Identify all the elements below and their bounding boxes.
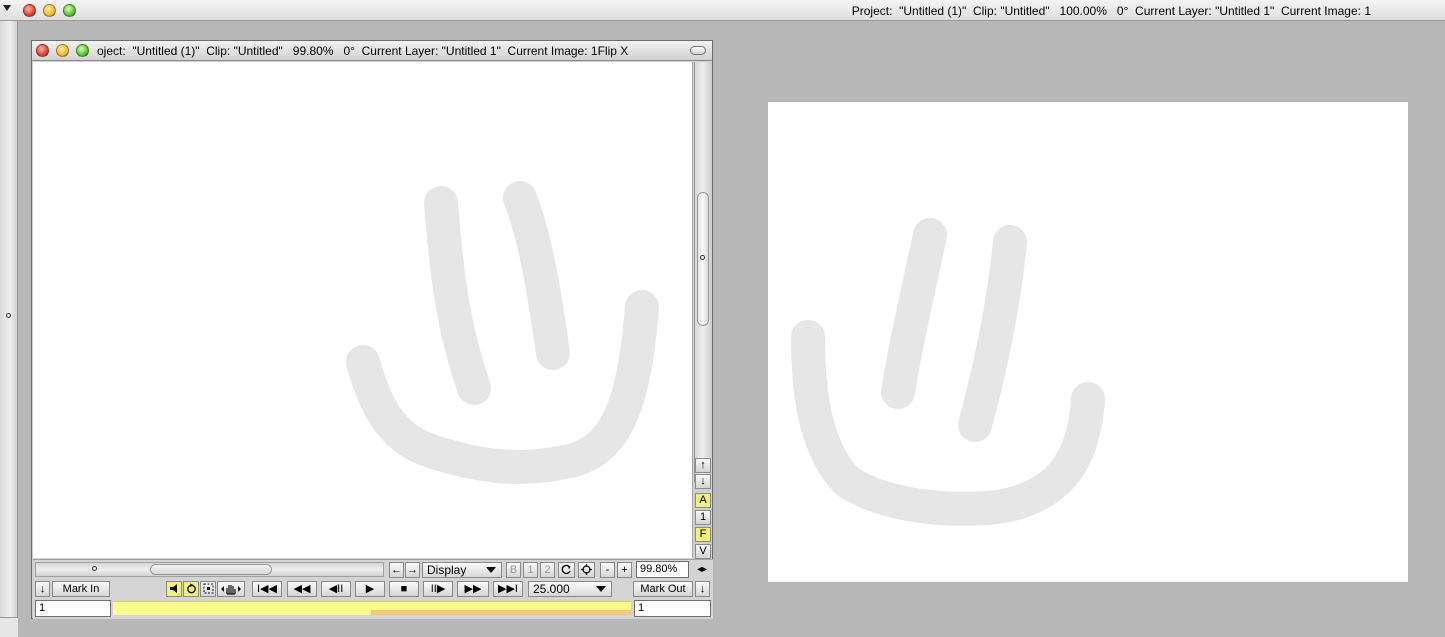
center-button[interactable] xyxy=(578,562,595,578)
zoom-in-button[interactable]: + xyxy=(617,562,632,578)
toolbar-toggle-icon[interactable] xyxy=(690,46,706,55)
toggle-f-button[interactable]: F xyxy=(695,527,711,542)
b-button[interactable]: B xyxy=(506,562,521,578)
flip-window: oject: "Untitled (1)" Clip: "Untitled" 9… xyxy=(31,40,713,619)
hand-tool-button[interactable] xyxy=(217,581,245,597)
transport-toolbar: ↓ Mark In I◀◀ ◀◀ ◀II ▶ ■ II▶ ▶▶ ▶▶I 25.0… xyxy=(33,579,713,599)
select-tool-button[interactable] xyxy=(200,581,216,597)
minimize-icon[interactable] xyxy=(43,4,56,17)
step-back-button[interactable]: ◀II xyxy=(321,581,351,597)
horizontal-scroll-thumb[interactable] xyxy=(150,564,272,575)
preview-drawing xyxy=(791,218,1105,526)
mark-in-button[interactable]: Mark In xyxy=(52,581,110,597)
select-icon xyxy=(203,583,213,594)
fast-forward-button[interactable]: ▶▶ xyxy=(457,581,489,597)
mark-out-down-button[interactable]: ↓ xyxy=(695,581,710,597)
timeline-range xyxy=(371,610,631,615)
project-status-text: Project: "Untitled (1)" Clip: "Untitled"… xyxy=(851,4,1371,18)
chevron-down-icon xyxy=(486,567,496,573)
rotate-icon xyxy=(561,564,571,575)
mark-out-frame-input[interactable]: 1 xyxy=(634,600,711,617)
step-forward-button[interactable]: II▶ xyxy=(423,581,453,597)
first-frame-button[interactable]: I◀◀ xyxy=(252,581,282,597)
splitter-grip-icon[interactable] xyxy=(6,313,11,318)
toggle-a-button[interactable]: A xyxy=(695,493,711,508)
hand-drawing xyxy=(346,181,659,484)
zoom-out-button[interactable]: - xyxy=(600,562,615,578)
left-panel-splitter[interactable] xyxy=(0,21,18,637)
last-frame-button[interactable]: ▶▶I xyxy=(493,581,523,597)
close-icon[interactable] xyxy=(36,44,49,57)
stop-button[interactable]: ■ xyxy=(389,581,419,597)
mark-out-button[interactable]: Mark Out xyxy=(633,581,693,597)
toggle-1-button[interactable]: 1 xyxy=(695,510,711,525)
window-title: oject: "Untitled (1)" Clip: "Untitled" 9… xyxy=(97,44,629,58)
loop-toggle-button[interactable] xyxy=(183,581,199,597)
one-button[interactable]: 1 xyxy=(523,562,538,578)
sound-toggle-button[interactable] xyxy=(166,581,182,597)
scroll-center-icon[interactable] xyxy=(92,566,97,571)
zoom-icon[interactable] xyxy=(76,44,89,57)
rewind-button[interactable]: ◀◀ xyxy=(287,581,317,597)
horizontal-scrollbar[interactable] xyxy=(35,562,384,577)
center-icon xyxy=(581,564,592,575)
fps-select[interactable]: 25.000 xyxy=(528,581,612,597)
layer-down-button[interactable]: ↓ xyxy=(695,474,711,489)
hand-icon xyxy=(221,585,241,595)
preview-canvas[interactable] xyxy=(768,102,1408,582)
nav-left-button[interactable]: ← xyxy=(389,562,404,578)
rotate-button[interactable] xyxy=(558,562,575,578)
left-panel-footer xyxy=(0,617,18,637)
toggle-v-button[interactable]: V xyxy=(695,544,711,559)
window-titlebar[interactable]: oject: "Untitled (1)" Clip: "Untitled" 9… xyxy=(32,41,712,61)
two-button[interactable]: 2 xyxy=(540,562,555,578)
close-icon[interactable] xyxy=(23,4,36,17)
nav-right-button[interactable]: → xyxy=(405,562,420,578)
display-select[interactable]: Display xyxy=(422,562,502,578)
drawing-canvas[interactable] xyxy=(33,62,693,558)
vertical-scrollbar[interactable] xyxy=(694,62,711,482)
chevron-down-icon xyxy=(596,586,606,592)
menu-dropdown-icon[interactable] xyxy=(3,5,11,11)
mark-in-frame-input[interactable]: 1 xyxy=(35,600,111,617)
display-select-value: Display xyxy=(427,563,467,577)
loop-icon xyxy=(186,583,196,594)
layer-up-button[interactable]: ↑ xyxy=(695,458,711,473)
minimize-icon[interactable] xyxy=(56,44,69,57)
zoom-stepper-icon[interactable]: ◂▸ xyxy=(693,562,711,578)
timeline-bar[interactable] xyxy=(113,601,631,615)
play-button[interactable]: ▶ xyxy=(355,581,385,597)
zoom-icon[interactable] xyxy=(63,4,76,17)
fps-value: 25.000 xyxy=(533,582,570,596)
mark-in-down-button[interactable]: ↓ xyxy=(35,581,50,597)
scroll-center-icon[interactable] xyxy=(700,255,705,260)
display-toolbar: ← → Display B 1 2 - + 99.80% ◂▸ xyxy=(33,559,713,579)
speaker-icon xyxy=(169,584,177,593)
top-status-bar: Project: "Untitled (1)" Clip: "Untitled"… xyxy=(0,0,1445,21)
canvas-paper[interactable] xyxy=(44,70,683,550)
zoom-input[interactable]: 99.80% xyxy=(636,561,689,578)
timeline-row: 1 1 xyxy=(33,599,713,619)
